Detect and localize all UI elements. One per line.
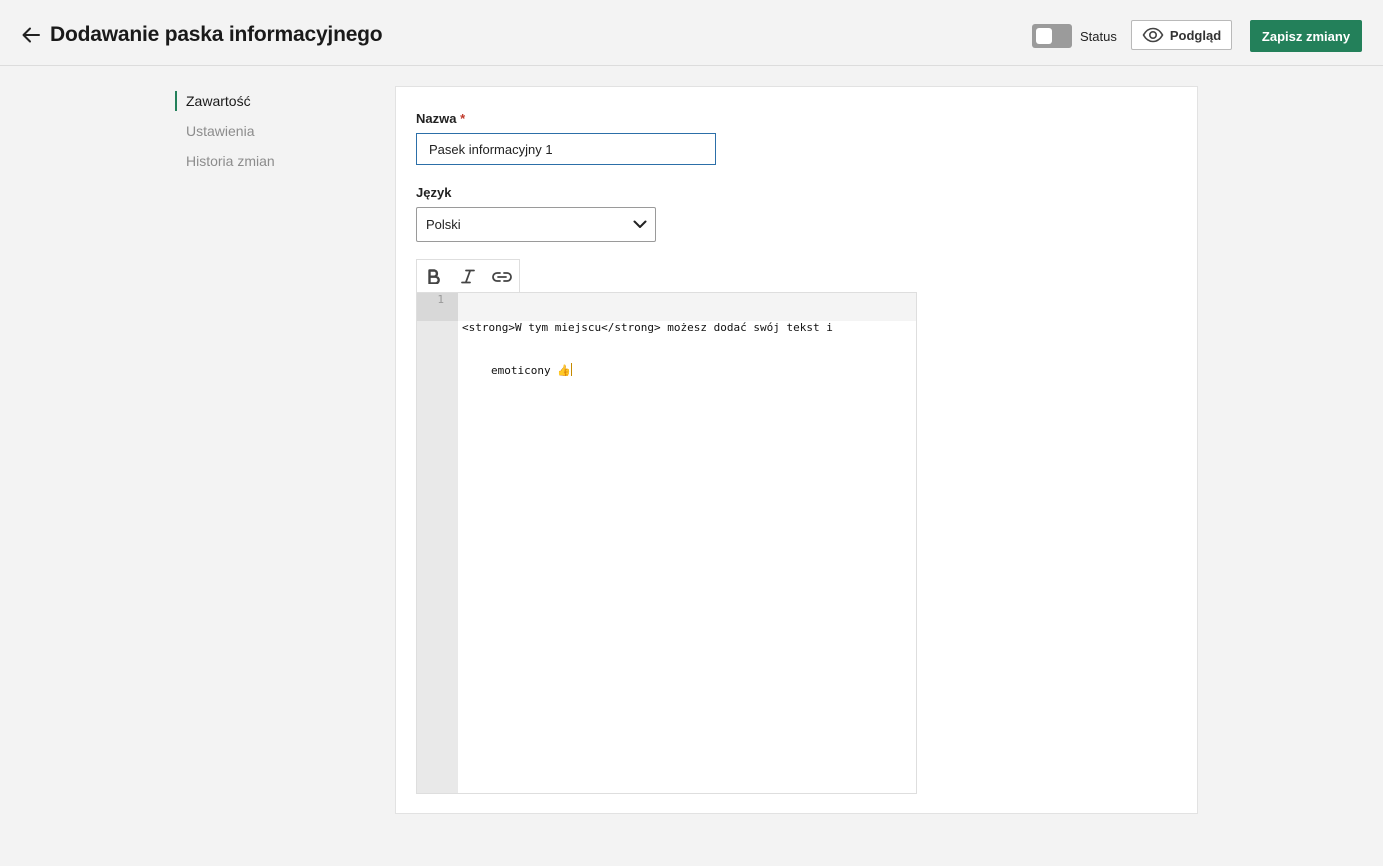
code-line-1: <strong>W tym miejscu</strong> możesz do… (462, 321, 833, 334)
status-toggle[interactable] (1032, 24, 1072, 48)
code-content[interactable]: <strong>W tym miejscu</strong> możesz do… (462, 293, 882, 406)
back-arrow-icon[interactable] (20, 24, 42, 46)
editor-gutter (417, 293, 458, 793)
bold-icon[interactable] (417, 260, 451, 294)
editor-toolbar (416, 259, 520, 293)
preview-label: Podgląd (1169, 27, 1222, 43)
language-label: Język (416, 185, 452, 200)
eye-icon (1142, 27, 1164, 43)
code-line-2: emoticony 👍 (491, 364, 571, 377)
language-select[interactable]: Polski (416, 207, 656, 242)
text-cursor (570, 363, 572, 376)
code-editor[interactable]: 1 <strong>W tym miejscu</strong> możesz … (416, 292, 917, 794)
code-line-2-wrap: emoticony 👍 (462, 363, 882, 378)
nav-item-settings[interactable]: Ustawienia (175, 120, 275, 150)
chevron-down-icon (633, 220, 647, 229)
top-bar: Dodawanie paska informacyjnego Status Po… (0, 0, 1383, 66)
name-label: Nazwa * (416, 111, 465, 126)
line-number: 1 (437, 293, 444, 306)
toggle-knob (1036, 28, 1052, 44)
name-input[interactable] (416, 133, 716, 165)
name-label-text: Nazwa (416, 111, 457, 126)
status-label: Status (1080, 29, 1117, 44)
required-mark: * (460, 111, 466, 126)
save-changes-button[interactable]: Zapisz zmiany (1250, 20, 1362, 52)
link-icon[interactable] (485, 260, 519, 294)
preview-button[interactable]: Podgląd (1131, 20, 1232, 50)
section-nav: Zawartość Ustawienia Historia zmian (175, 90, 275, 180)
nav-item-content[interactable]: Zawartość (175, 90, 275, 120)
nav-item-history[interactable]: Historia zmian (175, 150, 275, 180)
page-title: Dodawanie paska informacyjnego (50, 23, 383, 46)
language-value: Polski (426, 217, 461, 232)
italic-icon[interactable] (451, 260, 485, 294)
content-card: Nazwa * Język Polski 1 <strong>W tym mie… (395, 86, 1198, 814)
